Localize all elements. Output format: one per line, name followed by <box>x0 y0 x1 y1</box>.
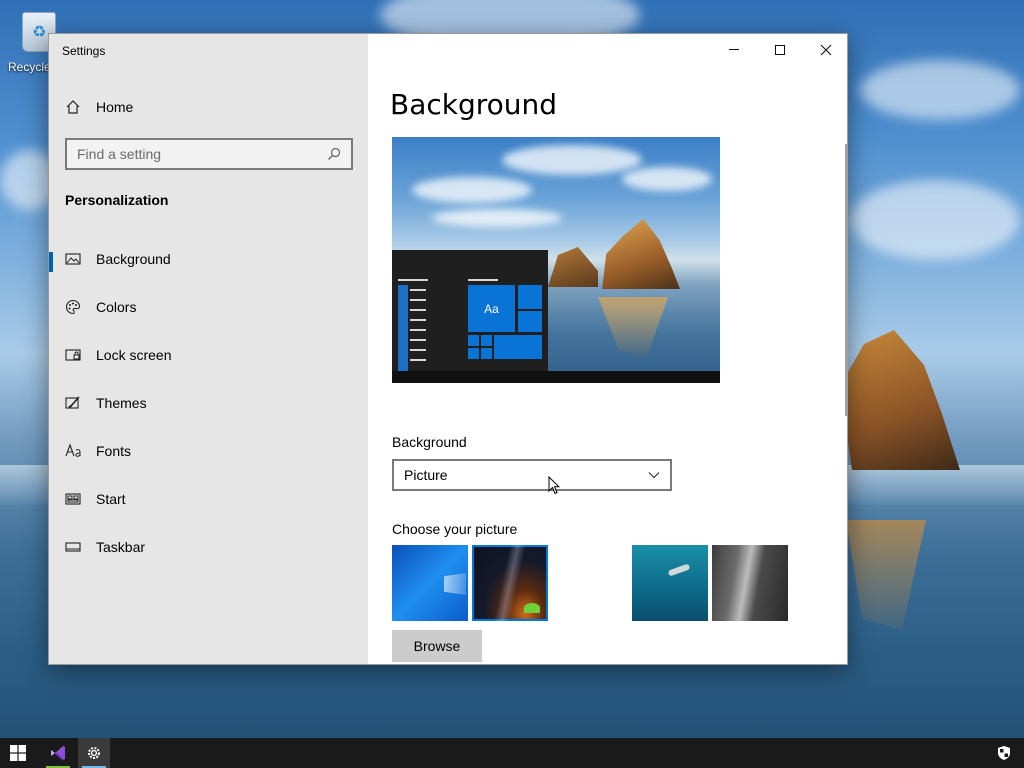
picture-thumbnail-selected[interactable] <box>472 545 548 621</box>
start-tiles-icon <box>65 491 81 507</box>
desktop-rock <box>840 330 960 470</box>
picture-icon <box>65 251 81 267</box>
chevron-down-icon <box>648 472 660 479</box>
start-button[interactable] <box>0 738 36 768</box>
sidebar-item-background[interactable]: Background <box>49 239 368 279</box>
brush-icon <box>65 395 81 411</box>
preview-rock <box>602 219 680 289</box>
windows-logo-icon <box>444 573 466 595</box>
taskbar-app-visual-studio[interactable] <box>42 738 74 768</box>
settings-window: Settings Home Find a setting Personaliza… <box>48 33 848 665</box>
sidebar-item-taskbar[interactable]: Taskbar <box>49 527 368 567</box>
choose-picture-label: Choose your picture <box>392 521 518 537</box>
sidebar: Settings Home Find a setting Personaliza… <box>49 34 368 664</box>
nav-home-label: Home <box>96 99 134 115</box>
background-preview: Aa <box>392 137 720 383</box>
search-input[interactable]: Find a setting <box>65 138 353 170</box>
picture-thumbnail[interactable] <box>392 545 468 621</box>
preview-tile: Aa <box>468 285 515 332</box>
visual-studio-icon <box>51 746 65 761</box>
search-icon[interactable] <box>327 147 341 161</box>
font-icon <box>65 443 81 459</box>
taskbar <box>0 738 1024 768</box>
home-icon <box>65 99 81 115</box>
sidebar-item-label: Themes <box>96 395 147 411</box>
sidebar-item-colors[interactable]: Colors <box>49 287 368 327</box>
desktop-cloud <box>860 60 1020 120</box>
taskbar-app-settings[interactable] <box>78 738 110 768</box>
main-content: Background Aa Background Picture Choose … <box>368 34 847 664</box>
lock-screen-icon <box>65 347 81 363</box>
taskbar-icon <box>65 539 81 555</box>
palette-icon <box>65 299 81 315</box>
section-title: Personalization <box>65 192 169 208</box>
mouse-cursor-icon <box>548 476 560 495</box>
settings-gear-icon <box>88 747 100 759</box>
desktop-rock-reflection <box>846 520 926 630</box>
sidebar-item-label: Start <box>96 491 126 507</box>
search-placeholder: Find a setting <box>77 146 162 162</box>
scrollbar[interactable] <box>845 144 847 416</box>
sidebar-item-label: Fonts <box>96 443 132 459</box>
sidebar-item-themes[interactable]: Themes <box>49 383 368 423</box>
sidebar-item-lock-screen[interactable]: Lock screen <box>49 335 368 375</box>
preview-taskbar <box>392 371 720 383</box>
preview-rock <box>548 247 598 287</box>
background-label: Background <box>392 434 467 450</box>
security-shield-icon[interactable] <box>996 745 1012 761</box>
sidebar-item-start[interactable]: Start <box>49 479 368 519</box>
page-title: Background <box>390 88 558 121</box>
sidebar-item-label: Taskbar <box>96 539 146 555</box>
sidebar-item-label: Colors <box>96 299 137 315</box>
nav-home[interactable]: Home <box>65 96 355 118</box>
sidebar-item-fonts[interactable]: Fonts <box>49 431 368 471</box>
window-title: Settings <box>62 44 106 58</box>
sidebar-item-label: Background <box>96 251 171 267</box>
picture-thumbnail[interactable] <box>712 545 788 621</box>
background-type-value: Picture <box>404 467 448 483</box>
browse-button[interactable]: Browse <box>392 630 482 662</box>
picture-thumbnail[interactable] <box>632 545 708 621</box>
sidebar-item-label: Lock screen <box>96 347 172 363</box>
start-icon <box>10 745 26 761</box>
desktop-cloud <box>850 180 1020 260</box>
background-type-select[interactable]: Picture <box>392 459 672 491</box>
